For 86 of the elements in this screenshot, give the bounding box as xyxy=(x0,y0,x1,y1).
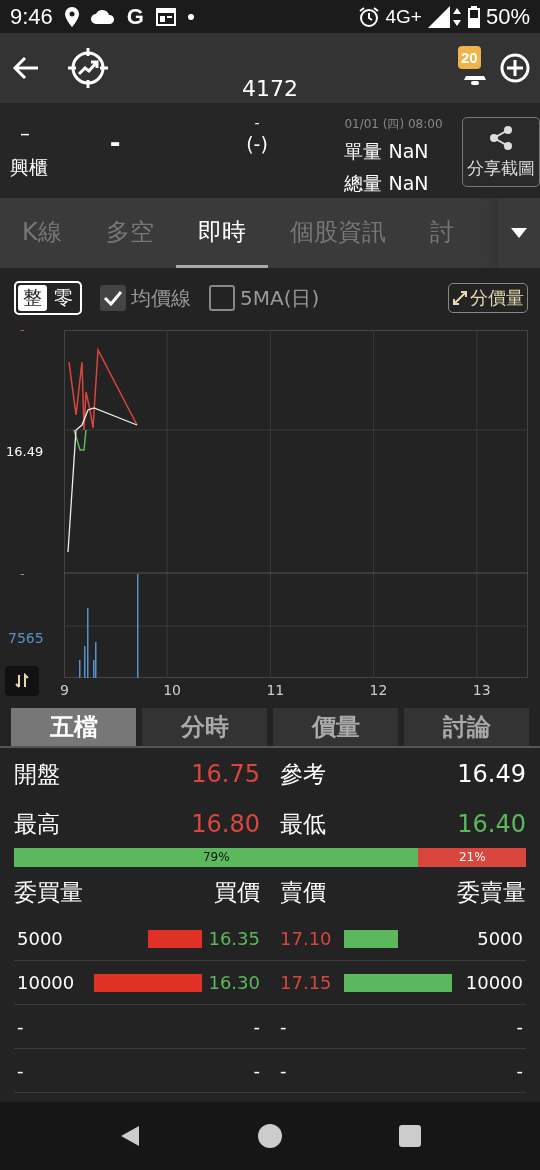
swap-button[interactable] xyxy=(5,666,39,696)
quote-value: 16.80 xyxy=(191,810,260,838)
bid-volume: 10000 xyxy=(17,972,75,993)
volume-axis-label: 7565 xyxy=(8,630,45,646)
quote-label: 最高 xyxy=(14,809,60,839)
bid-price: 16.35 xyxy=(207,928,260,949)
bid-volume: 5000 xyxy=(17,928,63,949)
quote-value: 16.49 xyxy=(457,760,526,788)
checkbox[interactable] xyxy=(209,285,235,311)
last-price: – xyxy=(19,121,31,145)
location-icon xyxy=(64,6,79,27)
tab[interactable]: 價量 xyxy=(273,708,398,746)
dot-icon xyxy=(187,13,194,20)
quote-label: 開盤 xyxy=(14,759,60,789)
bid-price: 16.30 xyxy=(207,972,260,993)
column-header: 委賣量 xyxy=(456,877,526,907)
time-axis-label: 9 xyxy=(60,682,69,698)
ask-price: - xyxy=(280,1060,288,1081)
bid-volume: - xyxy=(17,1016,24,1037)
total-volume: 總量 NaN xyxy=(344,171,430,196)
change-percent: (-) xyxy=(246,133,268,155)
price-volume-button[interactable]: 分價量 xyxy=(448,283,528,313)
tab[interactable]: 即時 xyxy=(175,198,268,268)
share-icon xyxy=(488,124,515,151)
checkbox-label: 5MA(日) xyxy=(240,284,320,312)
bid-volume: - xyxy=(17,1060,24,1081)
recents-nav-icon[interactable] xyxy=(399,1125,422,1147)
swap-arrows-icon xyxy=(14,673,30,689)
home-nav-icon[interactable] xyxy=(258,1124,282,1148)
quote-value: 16.75 xyxy=(191,760,260,788)
ask-volume: - xyxy=(516,1060,523,1081)
ask-price: - xyxy=(280,1016,288,1037)
stock-code: 4172 xyxy=(242,76,298,101)
quote-value: 16.40 xyxy=(457,810,526,838)
bid-volume-bar xyxy=(148,929,202,948)
dropdown-caret-icon[interactable] xyxy=(511,228,527,238)
lot-toggle-option[interactable]: 零 xyxy=(49,285,78,311)
price-line-down xyxy=(73,429,87,451)
signal-icon xyxy=(427,5,462,28)
alarm-icon xyxy=(357,5,380,28)
bid-price: - xyxy=(252,1060,260,1081)
column-header: 委買量 xyxy=(14,877,84,907)
battery-icon xyxy=(467,5,480,28)
price-change: - xyxy=(109,128,121,158)
sell-ratio-label: 21% xyxy=(458,850,486,865)
y-axis-label: 16.49 xyxy=(6,444,45,459)
quote-label: 參考 xyxy=(280,759,326,789)
ask-volume: 10000 xyxy=(465,972,523,993)
trend-target-icon[interactable] xyxy=(68,48,108,88)
tick-volume: 單量 NaN xyxy=(344,139,430,164)
app-glyph: G xyxy=(126,3,144,30)
quote-label: 最低 xyxy=(280,809,326,839)
tab[interactable]: 討論 xyxy=(404,708,529,746)
network-type: 4G+ xyxy=(385,5,422,28)
checkbox[interactable] xyxy=(100,285,126,311)
market-label: 興櫃 xyxy=(10,155,49,180)
bid-price: - xyxy=(252,1016,260,1037)
ask-volume: - xyxy=(516,1016,523,1037)
quote-datetime: 01/01 (四) 08:00 xyxy=(344,116,444,133)
ask-price: 17.15 xyxy=(280,972,333,993)
clock-time: 9:46 xyxy=(10,3,53,30)
checkbox-label: 均價線 xyxy=(131,284,191,312)
add-icon[interactable] xyxy=(500,53,530,83)
back-arrow-icon[interactable] xyxy=(12,56,40,80)
time-axis-label: 13 xyxy=(472,682,491,698)
battery-level: 50% xyxy=(485,3,530,30)
share-screenshot-button[interactable]: 分享截圖 xyxy=(462,117,540,187)
column-header: 賣價 xyxy=(280,877,327,907)
alert-count-badge: 20 xyxy=(458,46,481,69)
ask-price: 17.10 xyxy=(280,928,333,949)
tab[interactable]: 分時 xyxy=(142,708,267,746)
expand-icon xyxy=(452,290,468,306)
lot-toggle-option[interactable]: 整 xyxy=(18,285,47,311)
column-header: 買價 xyxy=(213,877,260,907)
time-axis-label: 12 xyxy=(369,682,388,698)
cloud-icon xyxy=(90,9,115,24)
buy-ratio-label: 79% xyxy=(202,850,230,865)
time-axis-label: 11 xyxy=(266,682,285,698)
ask-volume-bar xyxy=(344,929,398,948)
change-value: - xyxy=(254,115,260,131)
time-axis-label: 10 xyxy=(163,682,181,698)
tab[interactable]: 五檔 xyxy=(11,708,136,746)
calendar-icon xyxy=(155,7,176,26)
y-axis-label: - xyxy=(20,322,26,337)
y-axis-label: - xyxy=(20,566,26,581)
ask-volume: 5000 xyxy=(477,928,523,949)
